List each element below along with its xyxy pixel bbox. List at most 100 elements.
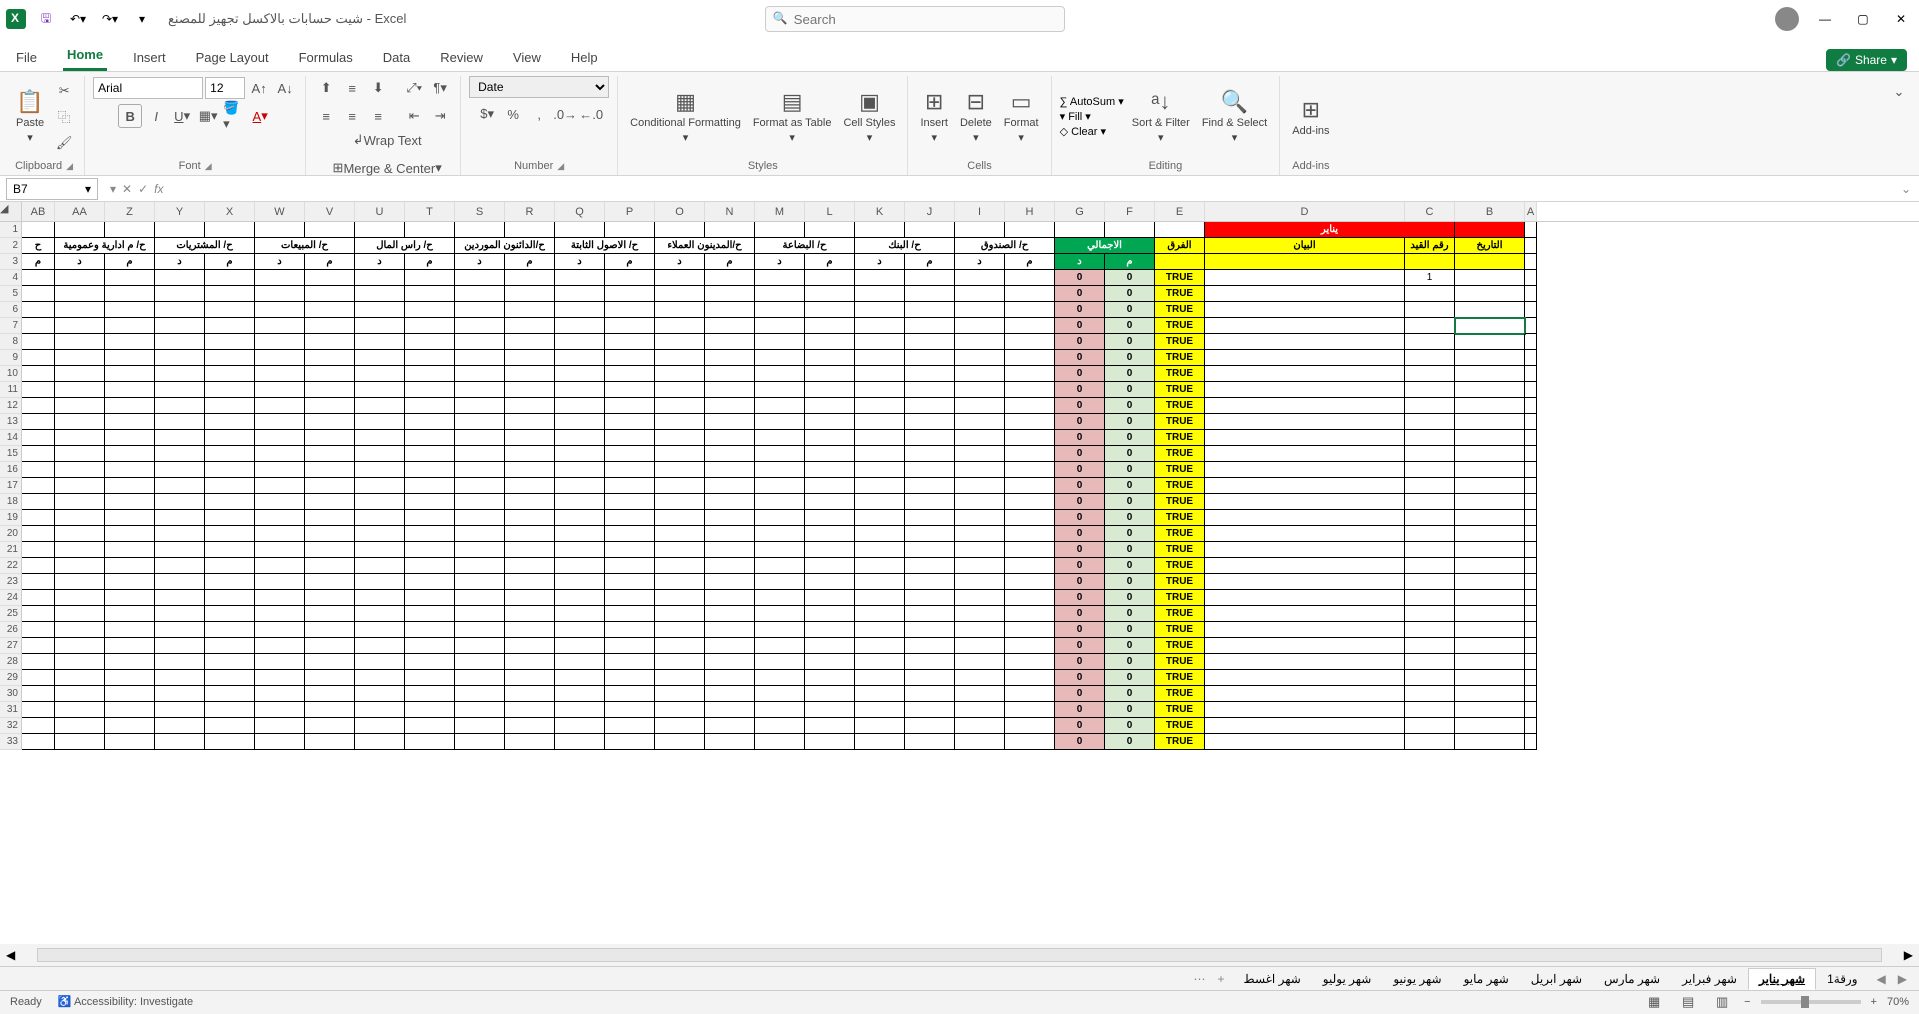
- cell[interactable]: [405, 718, 455, 734]
- cell[interactable]: [355, 734, 405, 750]
- cell[interactable]: [755, 718, 805, 734]
- sheet-tab[interactable]: شهر ابريل: [1520, 968, 1593, 990]
- cell[interactable]: [655, 702, 705, 718]
- cell[interactable]: [1005, 286, 1055, 302]
- tab-help[interactable]: Help: [567, 44, 602, 71]
- cell[interactable]: [1405, 574, 1455, 590]
- cell[interactable]: [255, 494, 305, 510]
- cell[interactable]: [1525, 590, 1537, 606]
- cell[interactable]: [655, 638, 705, 654]
- cell[interactable]: 0: [1105, 670, 1155, 686]
- col-header-H[interactable]: H: [1005, 202, 1055, 221]
- cell[interactable]: [22, 718, 55, 734]
- cell-styles-button[interactable]: ▣Cell Styles▾: [839, 87, 899, 146]
- cell[interactable]: [1205, 270, 1405, 286]
- cell[interactable]: [955, 526, 1005, 542]
- cell[interactable]: [1405, 734, 1455, 750]
- cell[interactable]: 0: [1055, 510, 1105, 526]
- row-header[interactable]: 33: [0, 734, 22, 750]
- sheet-tab[interactable]: شهر مارس: [1593, 968, 1671, 990]
- cell[interactable]: [405, 382, 455, 398]
- cell[interactable]: TRUE: [1155, 558, 1205, 574]
- cell[interactable]: [805, 494, 855, 510]
- cell[interactable]: [105, 446, 155, 462]
- cell[interactable]: [155, 414, 205, 430]
- cell[interactable]: [655, 606, 705, 622]
- cell[interactable]: [805, 590, 855, 606]
- cell[interactable]: [555, 702, 605, 718]
- cell[interactable]: [105, 638, 155, 654]
- cell[interactable]: [1455, 510, 1525, 526]
- cell[interactable]: [1005, 430, 1055, 446]
- tab-home[interactable]: Home: [63, 41, 107, 71]
- cell[interactable]: [305, 302, 355, 318]
- cell[interactable]: TRUE: [1155, 270, 1205, 286]
- collapse-ribbon-icon[interactable]: ⌄: [1887, 80, 1911, 104]
- cell[interactable]: [205, 462, 255, 478]
- cell[interactable]: [905, 478, 955, 494]
- increase-decimal-icon[interactable]: .0→: [553, 102, 577, 126]
- cell[interactable]: [255, 478, 305, 494]
- col-header-S[interactable]: S: [455, 202, 505, 221]
- cell[interactable]: [1205, 446, 1405, 462]
- row-header[interactable]: 30: [0, 686, 22, 702]
- cell[interactable]: د: [1055, 254, 1105, 270]
- cell[interactable]: [22, 462, 55, 478]
- cell[interactable]: [1405, 542, 1455, 558]
- cell[interactable]: [1455, 670, 1525, 686]
- cell[interactable]: [1455, 334, 1525, 350]
- cell[interactable]: [405, 462, 455, 478]
- cell[interactable]: [255, 398, 305, 414]
- cell[interactable]: [155, 382, 205, 398]
- cell[interactable]: [55, 734, 105, 750]
- cell[interactable]: [355, 702, 405, 718]
- cell[interactable]: [255, 558, 305, 574]
- cell[interactable]: [1155, 254, 1205, 270]
- cell[interactable]: [355, 286, 405, 302]
- row-header[interactable]: 10: [0, 366, 22, 382]
- cell[interactable]: [105, 686, 155, 702]
- col-header-F[interactable]: F: [1105, 202, 1155, 221]
- cell[interactable]: [955, 638, 1005, 654]
- cell[interactable]: [755, 350, 805, 366]
- cell[interactable]: [855, 590, 905, 606]
- font-dialog-icon[interactable]: ◢: [205, 161, 212, 172]
- font-name-combo[interactable]: [93, 77, 203, 99]
- cell[interactable]: [905, 622, 955, 638]
- cell[interactable]: 0: [1105, 654, 1155, 670]
- paste-button[interactable]: 📋Paste▾: [12, 87, 48, 146]
- cell[interactable]: [655, 430, 705, 446]
- cell[interactable]: [605, 318, 655, 334]
- cell[interactable]: [1525, 302, 1537, 318]
- col-header-Y[interactable]: Y: [155, 202, 205, 221]
- cell[interactable]: [705, 398, 755, 414]
- cell[interactable]: [755, 462, 805, 478]
- spreadsheet-grid[interactable]: 1يناير2حح/ م ادارية وعموميةح/ المشترياتح…: [0, 222, 1919, 944]
- cell[interactable]: [1005, 398, 1055, 414]
- cell[interactable]: [1405, 606, 1455, 622]
- cell[interactable]: [55, 526, 105, 542]
- cell[interactable]: 0: [1055, 366, 1105, 382]
- zoom-in-icon[interactable]: +: [1871, 996, 1877, 1008]
- cell[interactable]: [255, 286, 305, 302]
- cell[interactable]: [455, 462, 505, 478]
- cell[interactable]: 0: [1105, 718, 1155, 734]
- row-header[interactable]: 18: [0, 494, 22, 510]
- cell[interactable]: [155, 638, 205, 654]
- cell[interactable]: [355, 718, 405, 734]
- row-header[interactable]: 1: [0, 222, 22, 238]
- cell[interactable]: [605, 398, 655, 414]
- cell[interactable]: TRUE: [1155, 686, 1205, 702]
- cell-account-header[interactable]: ح/ المبيعات: [255, 238, 355, 254]
- cell[interactable]: [255, 670, 305, 686]
- col-header-C[interactable]: C: [1405, 202, 1455, 221]
- cell[interactable]: [805, 606, 855, 622]
- cell[interactable]: [155, 478, 205, 494]
- cell[interactable]: [705, 574, 755, 590]
- cell[interactable]: [105, 510, 155, 526]
- col-header-N[interactable]: N: [705, 202, 755, 221]
- cell[interactable]: [855, 526, 905, 542]
- cell[interactable]: [155, 526, 205, 542]
- cell[interactable]: [955, 606, 1005, 622]
- cell[interactable]: [205, 654, 255, 670]
